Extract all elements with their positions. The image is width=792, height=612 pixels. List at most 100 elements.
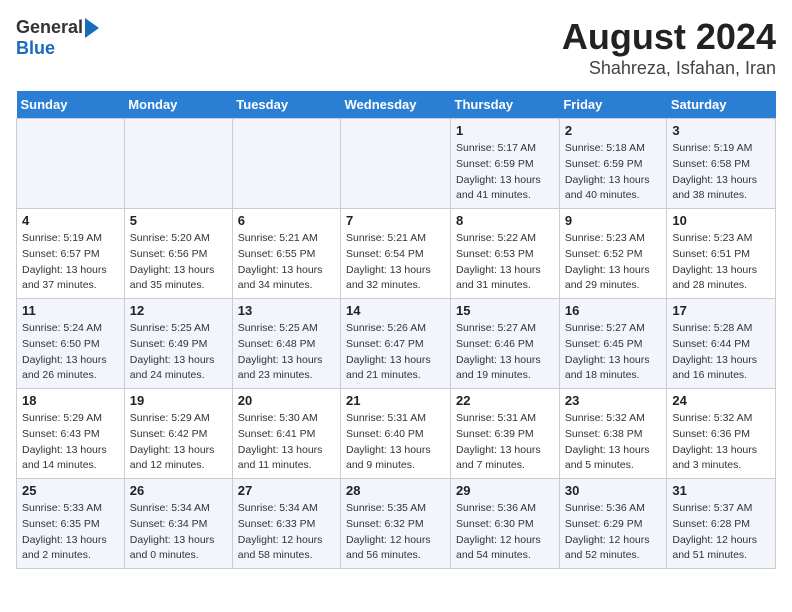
calendar-cell: 24 Sunrise: 5:32 AM Sunset: 6:36 PM Dayli…: [667, 389, 776, 479]
day-number: 29: [456, 483, 554, 498]
header-wednesday: Wednesday: [341, 91, 451, 119]
day-detail: Sunrise: 5:20 AM Sunset: 6:56 PM Dayligh…: [130, 231, 227, 294]
day-number: 5: [130, 213, 227, 228]
calendar-header-row: SundayMondayTuesdayWednesdayThursdayFrid…: [17, 91, 776, 119]
day-number: 10: [672, 213, 770, 228]
day-number: 28: [346, 483, 445, 498]
calendar-cell: 16 Sunrise: 5:27 AM Sunset: 6:45 PM Dayli…: [559, 299, 667, 389]
day-number: 22: [456, 393, 554, 408]
day-detail: Sunrise: 5:23 AM Sunset: 6:51 PM Dayligh…: [672, 231, 770, 294]
calendar-cell: 12 Sunrise: 5:25 AM Sunset: 6:49 PM Dayli…: [124, 299, 232, 389]
day-number: 8: [456, 213, 554, 228]
header-thursday: Thursday: [451, 91, 560, 119]
header-monday: Monday: [124, 91, 232, 119]
title-block: August 2024 Shahreza, Isfahan, Iran: [562, 16, 776, 79]
calendar-cell: 30Sunrise: 5:36 AM Sunset: 6:29 PM Dayli…: [559, 479, 667, 569]
day-number: 23: [565, 393, 662, 408]
logo: General Blue: [16, 16, 99, 59]
day-number: 17: [672, 303, 770, 318]
day-number: 19: [130, 393, 227, 408]
logo-arrow-icon: [85, 18, 99, 38]
day-detail: Sunrise: 5:29 AM Sunset: 6:42 PM Dayligh…: [130, 411, 227, 474]
calendar-cell: 18Sunrise: 5:29 AM Sunset: 6:43 PM Dayli…: [17, 389, 125, 479]
day-number: 4: [22, 213, 119, 228]
day-detail: Sunrise: 5:34 AM Sunset: 6:33 PM Dayligh…: [238, 501, 335, 564]
calendar-cell: 25 Sunrise: 5:33 AM Sunset: 6:35 PM Dayli…: [17, 479, 125, 569]
calendar-cell: 1 Sunrise: 5:17 AM Sunset: 6:59 PM Daylig…: [451, 119, 560, 209]
logo-general-text: General: [16, 17, 83, 38]
day-detail: Sunrise: 5:17 AM Sunset: 6:59 PM Dayligh…: [456, 141, 554, 204]
day-detail: Sunrise: 5:22 AM Sunset: 6:53 PM Dayligh…: [456, 231, 554, 294]
header-saturday: Saturday: [667, 91, 776, 119]
calendar-title: August 2024: [562, 16, 776, 58]
day-number: 3: [672, 123, 770, 138]
calendar-cell: 23Sunrise: 5:32 AM Sunset: 6:38 PM Dayli…: [559, 389, 667, 479]
header-friday: Friday: [559, 91, 667, 119]
calendar-cell: 13 Sunrise: 5:25 AM Sunset: 6:48 PM Dayli…: [232, 299, 340, 389]
day-number: 20: [238, 393, 335, 408]
day-number: 26: [130, 483, 227, 498]
day-number: 2: [565, 123, 662, 138]
day-detail: Sunrise: 5:37 AM Sunset: 6:28 PM Dayligh…: [672, 501, 770, 564]
logo-blue-text: Blue: [16, 38, 55, 59]
calendar-cell: 15 Sunrise: 5:27 AM Sunset: 6:46 PM Dayli…: [451, 299, 560, 389]
day-detail: Sunrise: 5:21 AM Sunset: 6:55 PM Dayligh…: [238, 231, 335, 294]
calendar-cell: 9Sunrise: 5:23 AM Sunset: 6:52 PM Daylig…: [559, 209, 667, 299]
day-number: 24: [672, 393, 770, 408]
calendar-cell: 19 Sunrise: 5:29 AM Sunset: 6:42 PM Dayli…: [124, 389, 232, 479]
calendar-subtitle: Shahreza, Isfahan, Iran: [562, 58, 776, 79]
day-number: 30: [565, 483, 662, 498]
calendar-cell: 17Sunrise: 5:28 AM Sunset: 6:44 PM Dayli…: [667, 299, 776, 389]
day-detail: Sunrise: 5:27 AM Sunset: 6:46 PM Dayligh…: [456, 321, 554, 384]
day-detail: Sunrise: 5:23 AM Sunset: 6:52 PM Dayligh…: [565, 231, 662, 294]
day-number: 16: [565, 303, 662, 318]
calendar-cell: [232, 119, 340, 209]
day-detail: Sunrise: 5:36 AM Sunset: 6:30 PM Dayligh…: [456, 501, 554, 564]
day-detail: Sunrise: 5:26 AM Sunset: 6:47 PM Dayligh…: [346, 321, 445, 384]
day-detail: Sunrise: 5:27 AM Sunset: 6:45 PM Dayligh…: [565, 321, 662, 384]
day-number: 14: [346, 303, 445, 318]
day-detail: Sunrise: 5:24 AM Sunset: 6:50 PM Dayligh…: [22, 321, 119, 384]
day-number: 15: [456, 303, 554, 318]
calendar-cell: 21Sunrise: 5:31 AM Sunset: 6:40 PM Dayli…: [341, 389, 451, 479]
day-number: 11: [22, 303, 119, 318]
day-detail: Sunrise: 5:21 AM Sunset: 6:54 PM Dayligh…: [346, 231, 445, 294]
day-number: 13: [238, 303, 335, 318]
calendar-cell: 31 Sunrise: 5:37 AM Sunset: 6:28 PM Dayli…: [667, 479, 776, 569]
day-detail: Sunrise: 5:32 AM Sunset: 6:36 PM Dayligh…: [672, 411, 770, 474]
day-number: 1: [456, 123, 554, 138]
calendar-table: SundayMondayTuesdayWednesdayThursdayFrid…: [16, 91, 776, 569]
calendar-cell: 27 Sunrise: 5:34 AM Sunset: 6:33 PM Dayli…: [232, 479, 340, 569]
day-detail: Sunrise: 5:25 AM Sunset: 6:48 PM Dayligh…: [238, 321, 335, 384]
day-detail: Sunrise: 5:31 AM Sunset: 6:39 PM Dayligh…: [456, 411, 554, 474]
calendar-cell: 29 Sunrise: 5:36 AM Sunset: 6:30 PM Dayli…: [451, 479, 560, 569]
day-detail: Sunrise: 5:19 AM Sunset: 6:57 PM Dayligh…: [22, 231, 119, 294]
calendar-cell: 22 Sunrise: 5:31 AM Sunset: 6:39 PM Dayli…: [451, 389, 560, 479]
day-number: 6: [238, 213, 335, 228]
header-sunday: Sunday: [17, 91, 125, 119]
day-detail: Sunrise: 5:29 AM Sunset: 6:43 PM Dayligh…: [22, 411, 119, 474]
day-detail: Sunrise: 5:31 AM Sunset: 6:40 PM Dayligh…: [346, 411, 445, 474]
week-row-2: 4 Sunrise: 5:19 AM Sunset: 6:57 PM Daylig…: [17, 209, 776, 299]
day-number: 27: [238, 483, 335, 498]
calendar-cell: 7 Sunrise: 5:21 AM Sunset: 6:54 PM Daylig…: [341, 209, 451, 299]
day-detail: Sunrise: 5:34 AM Sunset: 6:34 PM Dayligh…: [130, 501, 227, 564]
day-detail: Sunrise: 5:19 AM Sunset: 6:58 PM Dayligh…: [672, 141, 770, 204]
day-number: 31: [672, 483, 770, 498]
day-detail: Sunrise: 5:25 AM Sunset: 6:49 PM Dayligh…: [130, 321, 227, 384]
calendar-cell: 14 Sunrise: 5:26 AM Sunset: 6:47 PM Dayli…: [341, 299, 451, 389]
day-number: 7: [346, 213, 445, 228]
week-row-3: 11 Sunrise: 5:24 AM Sunset: 6:50 PM Dayli…: [17, 299, 776, 389]
calendar-cell: [341, 119, 451, 209]
day-detail: Sunrise: 5:33 AM Sunset: 6:35 PM Dayligh…: [22, 501, 119, 564]
week-row-1: 1 Sunrise: 5:17 AM Sunset: 6:59 PM Daylig…: [17, 119, 776, 209]
calendar-cell: 11 Sunrise: 5:24 AM Sunset: 6:50 PM Dayli…: [17, 299, 125, 389]
day-number: 12: [130, 303, 227, 318]
calendar-cell: 20Sunrise: 5:30 AM Sunset: 6:41 PM Dayli…: [232, 389, 340, 479]
calendar-cell: 5 Sunrise: 5:20 AM Sunset: 6:56 PM Daylig…: [124, 209, 232, 299]
calendar-cell: 28Sunrise: 5:35 AM Sunset: 6:32 PM Dayli…: [341, 479, 451, 569]
calendar-cell: 26 Sunrise: 5:34 AM Sunset: 6:34 PM Dayli…: [124, 479, 232, 569]
day-number: 25: [22, 483, 119, 498]
calendar-cell: 4 Sunrise: 5:19 AM Sunset: 6:57 PM Daylig…: [17, 209, 125, 299]
header-tuesday: Tuesday: [232, 91, 340, 119]
